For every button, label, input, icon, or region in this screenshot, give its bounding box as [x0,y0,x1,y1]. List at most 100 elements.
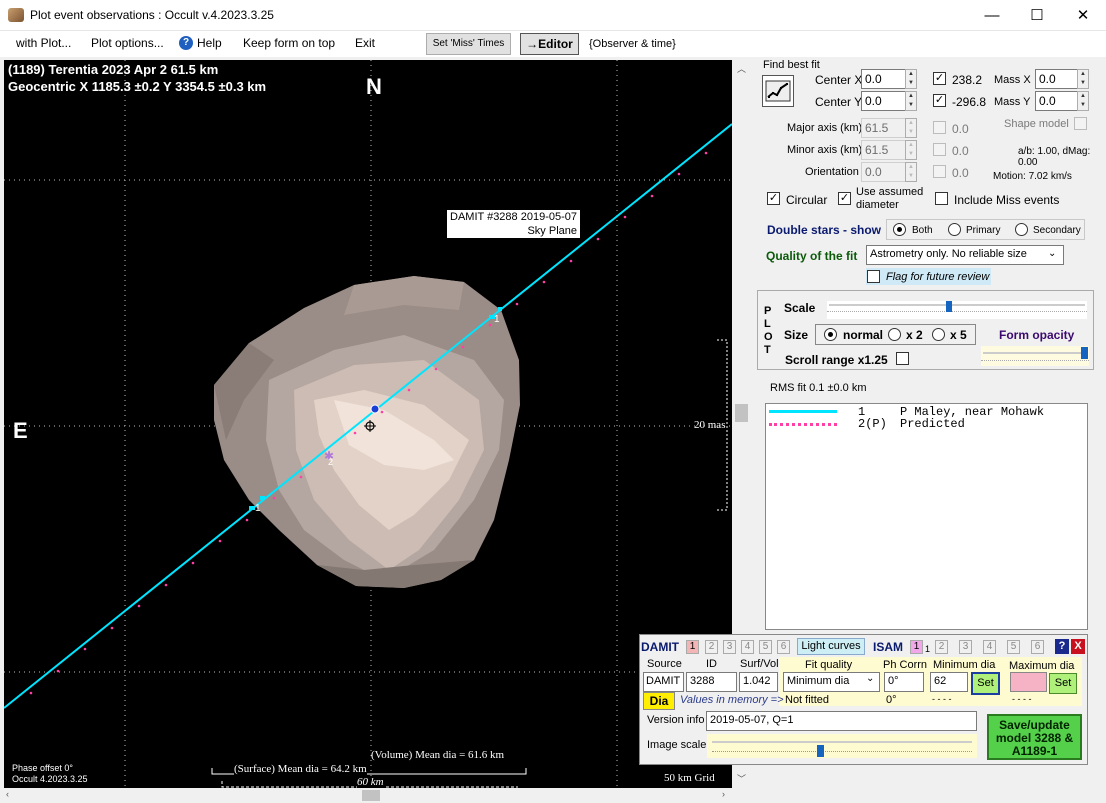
min-dia-dashes: - - - - [932,694,952,704]
fit-y-checkbox[interactable]: ✓ [933,94,946,107]
menu-plot-options[interactable]: Plot options... [91,36,164,50]
isam-model-2[interactable]: 2 [935,640,948,654]
menu-exit[interactable]: Exit [355,36,375,50]
form-opacity-label: Form opacity [999,328,1075,342]
isam-model-3[interactable]: 3 [959,640,972,654]
mass-y-input[interactable]: 0.0 [1035,91,1078,111]
fit-major-value: 0.0 [952,122,969,136]
light-curves-button[interactable]: Light curves [797,638,865,655]
chord-label-2: 2 [328,457,334,467]
close-panel-icon[interactable]: X [1071,639,1085,654]
fit-x-checkbox[interactable]: ✓ [933,72,946,85]
primary-radio[interactable] [948,223,961,236]
damit-model-1[interactable]: 1 [686,640,699,654]
damit-label: DAMIT [641,640,679,654]
use-assumed-diameter-checkbox[interactable]: ✓ [838,192,851,205]
save-update-model-button[interactable]: Save/update model 3288 & A1189-1 [987,714,1082,760]
center-y-input[interactable]: 0.0 [861,91,906,111]
surf-vol-field[interactable]: 1.042 [739,672,778,692]
motion-label: Motion: 7.02 km/s [993,171,1072,182]
set-miss-times-button[interactable]: Set 'Miss' Times [426,33,511,55]
mas-label: 20 mas [694,419,726,431]
scale-label: Scale [784,301,816,315]
menu-keep-form-on-top[interactable]: Keep form on top [243,36,335,50]
image-scale-thumb[interactable] [817,745,824,757]
scale-slider[interactable] [827,301,1087,319]
observer-time-label[interactable]: {Observer & time} [589,38,676,50]
maximize-button[interactable]: ☐ [1014,0,1060,31]
isam-model-6[interactable]: 6 [1031,640,1044,654]
mass-x-input[interactable]: 0.0 [1035,69,1078,89]
min-dia-set-button[interactable]: Set [971,672,1000,695]
minor-axis-spinner[interactable]: ▲ ▼ [905,140,917,160]
major-axis-spinner[interactable]: ▲ ▼ [905,118,917,138]
form-opacity-slider[interactable] [981,346,1089,366]
menu-with-plot[interactable]: with Plot... [16,36,71,50]
quality-select[interactable]: Astrometry only. No reliable size [866,245,1064,265]
damit-model-4[interactable]: 4 [741,640,754,654]
max-dia-field[interactable] [1010,672,1047,692]
mass-y-spinner[interactable]: ▲ ▼ [1077,91,1089,111]
isam-model-4[interactable]: 4 [983,640,996,654]
id-field[interactable]: 3288 [686,672,737,692]
flag-review-label: Flag for future review [886,271,990,283]
fit-major-checkbox[interactable] [933,121,946,134]
orientation-input[interactable]: 0.0 [861,162,906,182]
help-question-icon[interactable]: ? [1055,639,1069,654]
damit-model-5[interactable]: 5 [759,640,772,654]
horizontal-scroll-thumb[interactable] [362,790,380,801]
damit-info-tag: DAMIT #3288 2019-05-07 Sky Plane [447,210,580,238]
legend-swatch-2 [769,423,837,426]
size-label: Size [784,328,809,342]
orientation-spinner[interactable]: ▲ ▼ [905,162,917,182]
source-field[interactable]: DAMIT [643,672,684,692]
damit-model-2[interactable]: 2 [705,640,718,654]
circular-checkbox[interactable]: ✓ [767,192,780,205]
vertical-scroll-thumb[interactable] [735,404,748,422]
damit-tag-text: DAMIT #3288 2019-05-07 [450,211,577,223]
plot-canvas[interactable]: ✱ (1189) Terentia 2023 Apr 2 61.5 km Geo… [4,60,732,788]
size-x5-radio[interactable] [932,328,945,341]
isam-model-5[interactable]: 5 [1007,640,1020,654]
mass-x-spinner[interactable]: ▲ ▼ [1077,69,1089,89]
values-in-memory-label: Values in memory => [680,694,784,706]
isam-model-1[interactable]: 1 [910,640,923,654]
damit-model-6[interactable]: 6 [777,640,790,654]
fit-orientation-checkbox[interactable] [933,165,946,178]
legend-name-2: Predicted [900,417,965,431]
max-dia-set-button[interactable]: Set [1049,673,1077,694]
fit-orientation-value: 0.0 [952,166,969,180]
close-button[interactable]: ✕ [1060,0,1106,31]
ab-dmag-label: a/b: 1.00, dMag: 0.00 [1018,146,1091,168]
center-y-spinner[interactable]: ▲ ▼ [905,91,917,111]
major-axis-input[interactable]: 61.5 [861,118,906,138]
size-x2-radio[interactable] [888,328,901,341]
occult-version-label: Occult 4.2023.3.25 [12,774,88,784]
scale-slider-thumb[interactable] [946,301,952,312]
flag-review-checkbox[interactable] [867,270,880,283]
center-x-spinner[interactable]: ▲ ▼ [905,69,917,89]
center-x-input[interactable]: 0.0 [861,69,906,89]
minor-axis-input[interactable]: 61.5 [861,140,906,160]
damit-model-3[interactable]: 3 [723,640,736,654]
menu-help[interactable]: Help [197,36,222,50]
secondary-radio[interactable] [1015,223,1028,236]
minimize-button[interactable]: — [969,0,1015,31]
shape-model-checkbox[interactable] [1074,117,1087,130]
min-dia-field[interactable]: 62 [930,672,968,692]
ph-corrn-field[interactable]: 0° [884,672,924,692]
form-opacity-thumb[interactable] [1081,347,1088,359]
dia-button[interactable]: Dia [643,692,675,710]
include-miss-checkbox[interactable] [935,192,948,205]
find-best-fit-button[interactable] [762,75,794,107]
plot-horizontal-scrollbar[interactable]: ‹ › [4,788,733,803]
version-info-field[interactable]: 2019-05-07, Q=1 [706,711,977,731]
size-normal-radio[interactable] [824,328,837,341]
scroll-range-checkbox[interactable] [896,352,909,365]
fit-minor-checkbox[interactable] [933,143,946,156]
editor-button[interactable]: →Editor [520,33,579,55]
image-scale-slider[interactable] [707,734,977,758]
surf-vol-header: Surf/Vol [740,658,779,670]
both-radio[interactable] [893,223,906,236]
legend-swatch-1 [769,410,837,413]
